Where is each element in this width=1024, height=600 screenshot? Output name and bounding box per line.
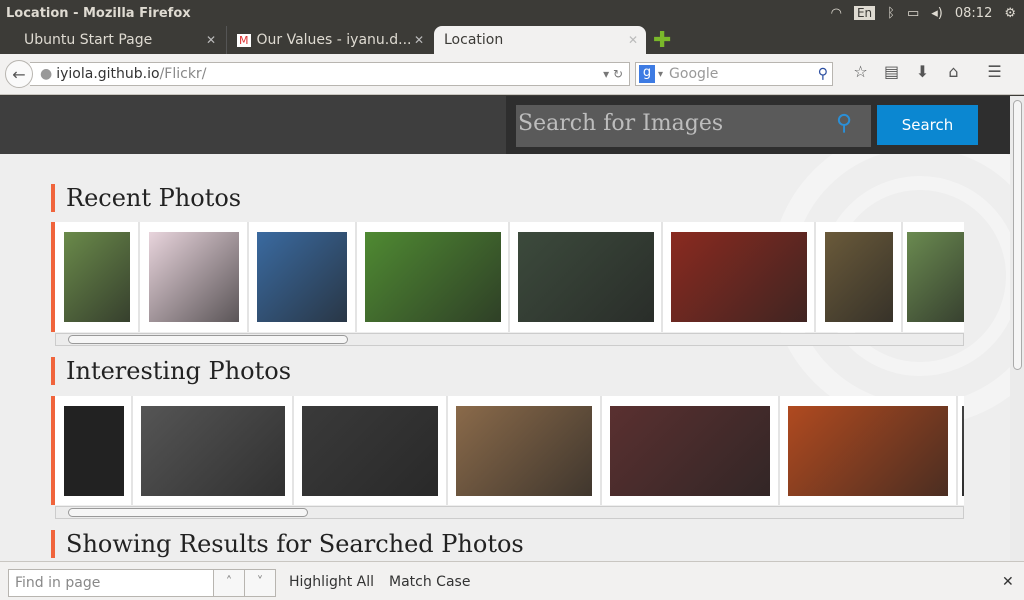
gmail-icon: M bbox=[237, 33, 251, 47]
find-previous-button[interactable]: ˄ bbox=[213, 569, 245, 597]
battery-icon[interactable]: ▭ bbox=[907, 6, 919, 21]
new-tab-button[interactable]: ✚ bbox=[653, 28, 671, 53]
wifi-icon[interactable]: ◠ bbox=[831, 6, 842, 21]
tab-location[interactable]: Location ✕ bbox=[434, 26, 646, 54]
reload-icon[interactable]: ↻ bbox=[613, 67, 623, 81]
tab-label: Location bbox=[444, 32, 504, 48]
photo-image bbox=[907, 232, 964, 322]
globe-icon: ● bbox=[40, 66, 53, 82]
photo-thumbnail[interactable] bbox=[357, 222, 510, 332]
power-icon[interactable]: ⚙ bbox=[1004, 6, 1016, 21]
highlight-all-button[interactable]: Highlight All bbox=[289, 574, 374, 590]
tab-bar: Ubuntu Start Page ✕ M Our Values - iyanu.d… bbox=[0, 26, 1024, 54]
photo-image bbox=[824, 232, 893, 322]
photo-image bbox=[456, 405, 592, 496]
home-icon[interactable]: ⌂ bbox=[938, 62, 969, 81]
photo-image bbox=[517, 232, 654, 322]
photo-thumbnail[interactable] bbox=[816, 222, 903, 332]
photo-image bbox=[670, 232, 807, 322]
tab-label: Our Values - iyanu.d... bbox=[256, 32, 412, 48]
photo-thumbnail[interactable] bbox=[141, 222, 249, 332]
navigation-toolbar: ● iyiola.github.io/Flickr/ ▾ ↻ ← g ▾ Goog… bbox=[0, 54, 1024, 95]
search-button[interactable]: Search bbox=[877, 105, 978, 145]
photo-thumbnail[interactable] bbox=[448, 396, 602, 505]
photo-thumbnail[interactable] bbox=[510, 222, 663, 332]
photo-image bbox=[63, 405, 124, 496]
section-title-recent: Recent Photos bbox=[51, 184, 241, 212]
photo-image bbox=[257, 232, 347, 322]
interesting-photos-strip bbox=[51, 396, 964, 505]
scrollbar-thumb[interactable] bbox=[68, 508, 308, 517]
google-icon[interactable]: g bbox=[639, 65, 655, 83]
window-titlebar: Location - Mozilla Firefox ◠ En ᛒ ▭ ◂) 0… bbox=[0, 0, 1024, 26]
photo-thumbnail[interactable] bbox=[56, 396, 133, 505]
dropdown-icon[interactable]: ▾ bbox=[603, 67, 609, 81]
url-bar[interactable]: ● iyiola.github.io/Flickr/ ▾ ↻ bbox=[30, 62, 630, 86]
close-tab-icon[interactable]: ✕ bbox=[628, 33, 638, 47]
photo-thumbnail[interactable] bbox=[663, 222, 816, 332]
back-button[interactable]: ← bbox=[5, 60, 33, 88]
web-page: Search for Images ⚲ Search Recent Photos… bbox=[0, 96, 1010, 561]
engine-dropdown-icon[interactable]: ▾ bbox=[658, 69, 663, 80]
photo-thumbnail[interactable] bbox=[780, 396, 958, 505]
photo-image bbox=[64, 232, 130, 322]
photo-thumbnail[interactable] bbox=[56, 222, 140, 332]
close-tab-icon[interactable]: ✕ bbox=[206, 33, 216, 47]
photo-image bbox=[140, 405, 285, 496]
section-title-searched: Showing Results for Searched Photos bbox=[51, 530, 524, 558]
interesting-scrollbar[interactable] bbox=[55, 506, 964, 519]
search-icon[interactable]: ⚲ bbox=[836, 111, 852, 136]
photo-image bbox=[962, 405, 964, 496]
tab-ubuntu-start[interactable]: Ubuntu Start Page ✕ bbox=[14, 26, 224, 54]
scrollbar-thumb[interactable] bbox=[1013, 100, 1022, 370]
close-find-bar-icon[interactable]: ✕ bbox=[1002, 574, 1014, 590]
photo-image bbox=[610, 405, 770, 496]
recent-scrollbar[interactable] bbox=[55, 333, 964, 346]
system-tray: ◠ En ᛒ ▭ ◂) 08:12 ⚙ bbox=[831, 0, 1016, 26]
search-icon[interactable]: ⚲ bbox=[818, 66, 828, 82]
match-case-button[interactable]: Match Case bbox=[389, 574, 470, 590]
download-icon[interactable]: ⬇ bbox=[907, 62, 938, 81]
tab-our-values[interactable]: M Our Values - iyanu.d... ✕ bbox=[226, 26, 432, 54]
volume-icon[interactable]: ◂) bbox=[931, 6, 943, 21]
page-scrollbar[interactable] bbox=[1010, 96, 1024, 561]
find-next-button[interactable]: ˅ bbox=[244, 569, 276, 597]
search-placeholder: Google bbox=[669, 66, 719, 82]
photo-thumbnail[interactable] bbox=[133, 396, 294, 505]
photo-image bbox=[364, 232, 501, 322]
window-title: Location - Mozilla Firefox bbox=[6, 5, 191, 21]
menu-icon[interactable]: ☰ bbox=[979, 62, 1010, 81]
find-input[interactable]: Find in page bbox=[8, 569, 214, 597]
keyboard-layout[interactable]: En bbox=[853, 6, 876, 20]
web-search-input[interactable]: g ▾ Google ⚲ bbox=[635, 62, 833, 86]
photo-thumbnail[interactable] bbox=[958, 396, 964, 505]
image-search-input[interactable]: Search for Images bbox=[516, 105, 871, 147]
close-tab-icon[interactable]: ✕ bbox=[414, 33, 424, 47]
find-bar: Find in page ˄ ˅ Highlight All Match Cas… bbox=[0, 561, 1024, 600]
photo-thumbnail[interactable] bbox=[249, 222, 357, 332]
bookmarks-menu-icon[interactable]: ▤ bbox=[876, 62, 907, 81]
photo-image bbox=[302, 405, 438, 496]
url-path: /Flickr/ bbox=[159, 66, 207, 82]
photo-thumbnail[interactable] bbox=[903, 222, 964, 332]
scrollbar-thumb[interactable] bbox=[68, 335, 348, 344]
url-host: iyiola.github.io bbox=[56, 66, 160, 82]
recent-photos-strip bbox=[51, 222, 964, 332]
photo-thumbnail[interactable] bbox=[602, 396, 780, 505]
bookmark-star-icon[interactable]: ☆ bbox=[845, 62, 876, 81]
photo-image bbox=[788, 405, 948, 496]
clock[interactable]: 08:12 bbox=[955, 6, 992, 21]
photo-thumbnail[interactable] bbox=[294, 396, 448, 505]
tab-label: Ubuntu Start Page bbox=[24, 32, 153, 48]
photo-image bbox=[149, 232, 239, 322]
section-title-interesting: Interesting Photos bbox=[51, 357, 291, 385]
bluetooth-icon[interactable]: ᛒ bbox=[887, 6, 895, 21]
